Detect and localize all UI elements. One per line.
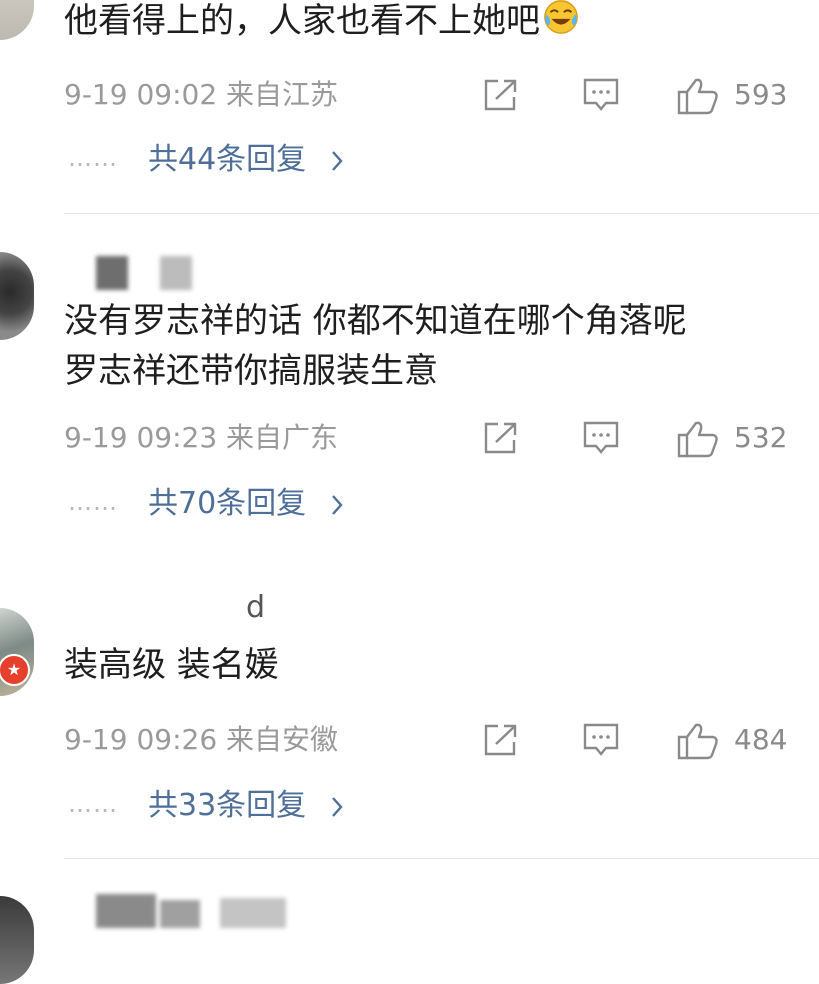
comment-button[interactable] — [582, 418, 622, 458]
username-blurred[interactable] — [96, 894, 296, 928]
reply-dots: …… — [68, 488, 118, 516]
thumbs-up-icon — [677, 421, 718, 458]
share-icon — [484, 79, 517, 111]
laughing-crying-emoji — [544, 0, 578, 34]
view-replies-link[interactable]: …… 共44条回复 — [64, 140, 484, 180]
username-blurred[interactable] — [96, 256, 196, 290]
reply-dots: …… — [68, 790, 118, 818]
view-replies-link[interactable]: …… 共70条回复 — [64, 484, 484, 524]
comment-time-location: 9-19 09:23 来自广东 — [64, 421, 339, 454]
comment-item — [0, 880, 819, 984]
like-count: 532 — [734, 421, 788, 454]
comment-text-content: 他看得上的，人家也看不上她吧 — [64, 1, 540, 41]
comment-icon — [583, 78, 619, 111]
comment-icon — [583, 421, 619, 454]
thumbs-up-icon — [677, 78, 718, 115]
comment-meta: 9-19 09:02 来自江苏 593 — [64, 75, 804, 115]
like-count: 593 — [734, 78, 788, 111]
comment-icon — [583, 723, 619, 756]
chevron-right-icon — [332, 797, 343, 817]
thumbs-up-icon — [677, 723, 718, 760]
comment-item: 他看得上的，人家也看不上她吧 9-19 09:02 来自江苏 593 …… 共4… — [0, 0, 819, 214]
chevron-right-icon — [332, 151, 343, 171]
view-replies-link[interactable]: …… 共33条回复 — [64, 786, 484, 826]
chevron-right-icon — [332, 495, 343, 515]
comment-text-line: 没有罗志祥的话 你都不知道在哪个角落呢 — [64, 301, 687, 341]
share-icon — [484, 422, 517, 454]
like-button[interactable]: 484 — [676, 720, 804, 760]
comment-text: 没有罗志祥的话 你都不知道在哪个角落呢 罗志祥还带你搞服装生意 — [64, 296, 779, 396]
comment-time-location: 9-19 09:02 来自江苏 — [64, 78, 339, 111]
comment-text-content: 装高级 装名媛 — [64, 645, 279, 685]
like-button[interactable]: 532 — [676, 418, 804, 458]
share-button[interactable] — [482, 75, 522, 115]
share-button[interactable] — [482, 720, 522, 760]
avatar[interactable] — [0, 0, 34, 40]
comment-text-line: 罗志祥还带你搞服装生意 — [64, 351, 438, 391]
comment-meta: 9-19 09:26 来自安徽 484 — [64, 720, 804, 760]
share-icon — [484, 724, 517, 756]
comment-button[interactable] — [582, 75, 622, 115]
reply-count-label: 共33条回复 — [148, 788, 307, 823]
comment-item: ★ d 装高级 装名媛 9-19 09:26 来自安徽 484 …… 共33条回… — [0, 580, 819, 860]
comment-item: 没有罗志祥的话 你都不知道在哪个角落呢 罗志祥还带你搞服装生意 9-19 09:… — [0, 214, 819, 554]
divider — [64, 858, 819, 859]
reply-count-label: 共70条回复 — [148, 486, 307, 521]
comment-text: 装高级 装名媛 — [64, 640, 779, 690]
comment-text: 他看得上的，人家也看不上她吧 — [64, 0, 779, 46]
avatar[interactable] — [0, 896, 34, 984]
reply-dots: …… — [68, 144, 118, 172]
share-button[interactable] — [482, 418, 522, 458]
comment-meta: 9-19 09:23 来自广东 532 — [64, 418, 804, 458]
like-button[interactable]: 593 — [676, 75, 804, 115]
like-count: 484 — [734, 723, 788, 756]
comment-time-location: 9-19 09:26 来自安徽 — [64, 723, 339, 756]
avatar[interactable] — [0, 252, 34, 340]
reply-count-label: 共44条回复 — [148, 142, 307, 177]
username-tail[interactable]: d — [246, 590, 265, 625]
comment-button[interactable] — [582, 720, 622, 760]
